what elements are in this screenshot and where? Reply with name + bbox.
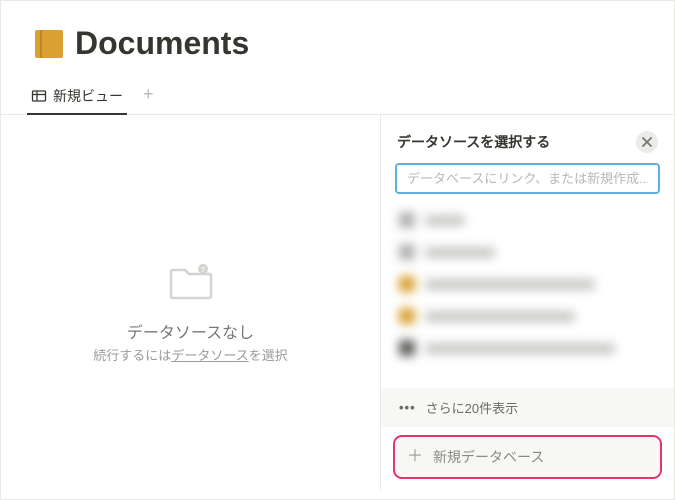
close-icon (642, 137, 652, 147)
show-more-button[interactable]: ••• さらに20件表示 (381, 388, 674, 427)
documents-icon (35, 30, 63, 58)
close-button[interactable] (636, 131, 658, 153)
datasource-search-input[interactable] (395, 163, 660, 194)
new-database-label: 新規データベース (433, 447, 544, 467)
search-wrap (381, 163, 674, 204)
datasource-panel: データソースを選択する ••• さらに20件表示 ＋ 新規データベース (380, 115, 674, 491)
ellipsis-icon: ••• (399, 400, 416, 415)
list-item[interactable] (395, 236, 660, 268)
panel-title: データソースを選択する (397, 132, 550, 152)
table-icon (31, 88, 47, 104)
page-title: Documents (75, 25, 249, 62)
datasource-list (381, 204, 674, 388)
view-tabs: 新規ビュー + (1, 70, 674, 115)
list-item[interactable] (395, 300, 660, 332)
panel-header: データソースを選択する (381, 131, 674, 163)
add-view-button[interactable]: + (135, 85, 162, 111)
tab-label: 新規ビュー (53, 86, 123, 106)
plus-icon: ＋ (407, 449, 423, 465)
list-item[interactable] (395, 204, 660, 236)
tab-new-view[interactable]: 新規ビュー (27, 82, 127, 114)
list-item[interactable] (395, 268, 660, 300)
content-area: ? データソースなし 続行するにはデータソースを選択 データソースを選択する (1, 115, 674, 491)
svg-text:?: ? (200, 267, 204, 274)
show-more-label: さらに20件表示 (426, 398, 518, 417)
new-database-button[interactable]: ＋ 新規データベース (393, 435, 662, 479)
empty-title: データソースなし (127, 319, 254, 343)
empty-subtitle: 続行するにはデータソースを選択 (93, 345, 287, 364)
folder-icon: ? (167, 262, 215, 307)
list-item[interactable] (395, 332, 660, 364)
page-header: Documents (1, 1, 674, 70)
empty-state: ? データソースなし 続行するにはデータソースを選択 (1, 115, 380, 491)
datasource-link[interactable]: データソース (171, 348, 248, 363)
